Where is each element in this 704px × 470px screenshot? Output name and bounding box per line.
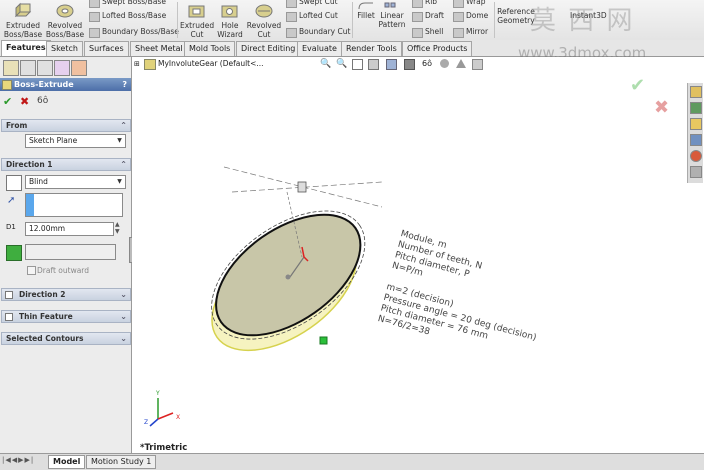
ribbon-divider bbox=[177, 2, 178, 38]
boundary-cut-button[interactable]: Boundary Cut bbox=[286, 26, 350, 38]
draft-toggle-icon[interactable] bbox=[6, 245, 22, 261]
section-direction-2[interactable]: Direction 2 ⌄ bbox=[1, 288, 131, 301]
boundary-boss-button[interactable]: Boundary Boss/Base bbox=[89, 26, 179, 38]
tab-sheet-metal[interactable]: Sheet Metal bbox=[130, 41, 188, 56]
page-title: Boss-Extrude bbox=[14, 80, 74, 89]
tab-render-tools[interactable]: Render Tools bbox=[341, 41, 402, 56]
cancel-x-icon[interactable]: ✖ bbox=[20, 95, 29, 108]
linear-pattern-icon bbox=[381, 2, 403, 10]
origin-point bbox=[285, 274, 291, 280]
direction-2-checkbox[interactable] bbox=[5, 291, 13, 299]
mirror-button[interactable]: Mirror bbox=[453, 26, 488, 38]
ribbon-divider bbox=[352, 2, 353, 38]
draft-outward-label: Draft outward bbox=[37, 266, 90, 275]
graphics-area[interactable]: ⊞ MyInvoluteGear (Default<... 🔍 🔍 6ô ✔ ✖ bbox=[132, 57, 704, 453]
section-selected-contours[interactable]: Selected Contours ⌄ bbox=[1, 332, 131, 345]
expand-chevron-icon[interactable]: ⌄ bbox=[120, 311, 127, 322]
tab-mold-tools[interactable]: Mold Tools bbox=[184, 41, 236, 56]
extrude-icon bbox=[12, 2, 34, 20]
extruded-cut-icon bbox=[186, 2, 208, 20]
boss-extrude-icon bbox=[2, 80, 12, 90]
expand-chevron-icon[interactable]: ⌄ bbox=[120, 289, 127, 300]
thin-feature-checkbox[interactable] bbox=[5, 313, 13, 321]
property-manager-panel: Boss-Extrude ? ✔ ✖ 6ô From ⌃ Sketch Plane… bbox=[0, 57, 135, 453]
from-start-condition-select[interactable]: Sketch Plane ▼ bbox=[25, 134, 126, 148]
tab-sketch[interactable]: Sketch bbox=[46, 41, 83, 56]
ribbon-divider bbox=[494, 2, 495, 38]
revolve-icon bbox=[54, 2, 76, 20]
direction-vector-icon: ➚ bbox=[7, 195, 16, 206]
z-axis-label: Z bbox=[144, 419, 149, 426]
reference-triad bbox=[149, 398, 174, 427]
revolved-cut-icon bbox=[253, 2, 275, 20]
display-manager-tab-icon[interactable] bbox=[71, 60, 87, 76]
shell-button[interactable]: Shell bbox=[412, 26, 443, 38]
lofted-cut-button[interactable]: Lofted Cut bbox=[286, 10, 338, 22]
ok-check-icon[interactable]: ✔ bbox=[3, 95, 12, 108]
section-direction-1[interactable]: Direction 1 ⌃ bbox=[1, 158, 131, 171]
draft-button[interactable]: Draft bbox=[412, 10, 444, 22]
dome-button[interactable]: Dome bbox=[453, 10, 488, 22]
tab-surfaces[interactable]: Surfaces bbox=[84, 41, 129, 56]
collapse-chevron-icon[interactable]: ⌃ bbox=[120, 159, 127, 170]
expand-chevron-icon[interactable]: ⌄ bbox=[120, 333, 127, 344]
lofted-boss-button[interactable]: Lofted Boss/Base bbox=[89, 10, 166, 22]
tab-motion-study-1[interactable]: Motion Study 1 bbox=[86, 455, 157, 469]
revolved-cut-button[interactable]: Revolved Cut bbox=[246, 0, 282, 40]
x-axis-label: X bbox=[176, 414, 181, 421]
bottom-tab-bar: |◀◀▶▶| Model Motion Study 1 bbox=[0, 453, 704, 470]
linear-pattern-button[interactable]: Linear Pattern bbox=[378, 0, 406, 40]
help-button[interactable]: ? bbox=[122, 78, 127, 91]
dimxpert-tab-icon[interactable] bbox=[54, 60, 70, 76]
section-thin-feature[interactable]: Thin Feature ⌄ bbox=[1, 310, 131, 323]
wrap-button[interactable]: Wrap bbox=[453, 0, 486, 8]
tab-direct-editing[interactable]: Direct Editing bbox=[236, 41, 301, 56]
fillet-button[interactable]: Fillet bbox=[354, 0, 378, 40]
detailed-preview-glasses-icon[interactable]: 6ô bbox=[37, 96, 48, 106]
swept-boss-button[interactable]: Swept Boss/Base bbox=[89, 0, 166, 8]
command-manager-ribbon: Extruded Boss/Base Revolved Boss/Base Sw… bbox=[0, 0, 704, 41]
extruded-cut-button[interactable]: Extruded Cut bbox=[180, 0, 214, 40]
tab-features[interactable]: Features bbox=[1, 40, 51, 56]
configuration-manager-tab-icon[interactable] bbox=[37, 60, 53, 76]
property-manager-tab-icon[interactable] bbox=[20, 60, 36, 76]
watermark-logo: 莫 西 网 bbox=[530, 6, 635, 36]
fillet-icon bbox=[355, 2, 377, 10]
hole-wizard-icon bbox=[219, 2, 241, 20]
hole-wizard-button[interactable]: Hole Wizard bbox=[215, 0, 245, 40]
tab-office-products[interactable]: Office Products bbox=[402, 41, 473, 56]
dropdown-arrow-icon: ▼ bbox=[117, 178, 122, 185]
extrude-drag-handle[interactable] bbox=[319, 336, 328, 345]
section-from[interactable]: From ⌃ bbox=[1, 119, 131, 132]
depth-input[interactable]: 12.00mm bbox=[25, 222, 114, 236]
depth-spinner-icon[interactable]: ▲ ▼ bbox=[115, 221, 120, 235]
feature-manager-tab-icon[interactable] bbox=[3, 60, 19, 76]
rib-button[interactable]: Rib bbox=[412, 0, 437, 8]
y-axis-label: Y bbox=[156, 390, 160, 397]
gear-tooth-sketch[interactable] bbox=[297, 181, 307, 193]
construction-line bbox=[231, 181, 383, 193]
swept-cut-button[interactable]: Swept Cut bbox=[286, 0, 338, 8]
extruded-boss-button[interactable]: Extruded Boss/Base bbox=[3, 0, 43, 40]
depth-icon: D1 bbox=[6, 223, 16, 231]
tab-scroll-arrows-icon[interactable]: |◀◀▶▶| bbox=[2, 456, 34, 464]
draft-angle-input[interactable] bbox=[25, 244, 116, 260]
draft-outward-checkbox[interactable] bbox=[27, 266, 36, 275]
tab-model[interactable]: Model bbox=[48, 455, 86, 469]
direction-of-extrusion-selection[interactable] bbox=[25, 193, 123, 217]
dropdown-arrow-icon: ▼ bbox=[117, 137, 122, 144]
tab-evaluate[interactable]: Evaluate bbox=[297, 41, 342, 56]
property-manager-header: Boss-Extrude ? bbox=[0, 78, 131, 91]
end-condition-select[interactable]: Blind ▼ bbox=[25, 175, 126, 189]
revolved-boss-button[interactable]: Revolved Boss/Base bbox=[45, 0, 85, 40]
collapse-chevron-icon[interactable]: ⌃ bbox=[120, 120, 127, 131]
view-orientation-label: *Trimetric bbox=[140, 443, 188, 453]
reverse-direction-icon[interactable] bbox=[6, 175, 22, 191]
